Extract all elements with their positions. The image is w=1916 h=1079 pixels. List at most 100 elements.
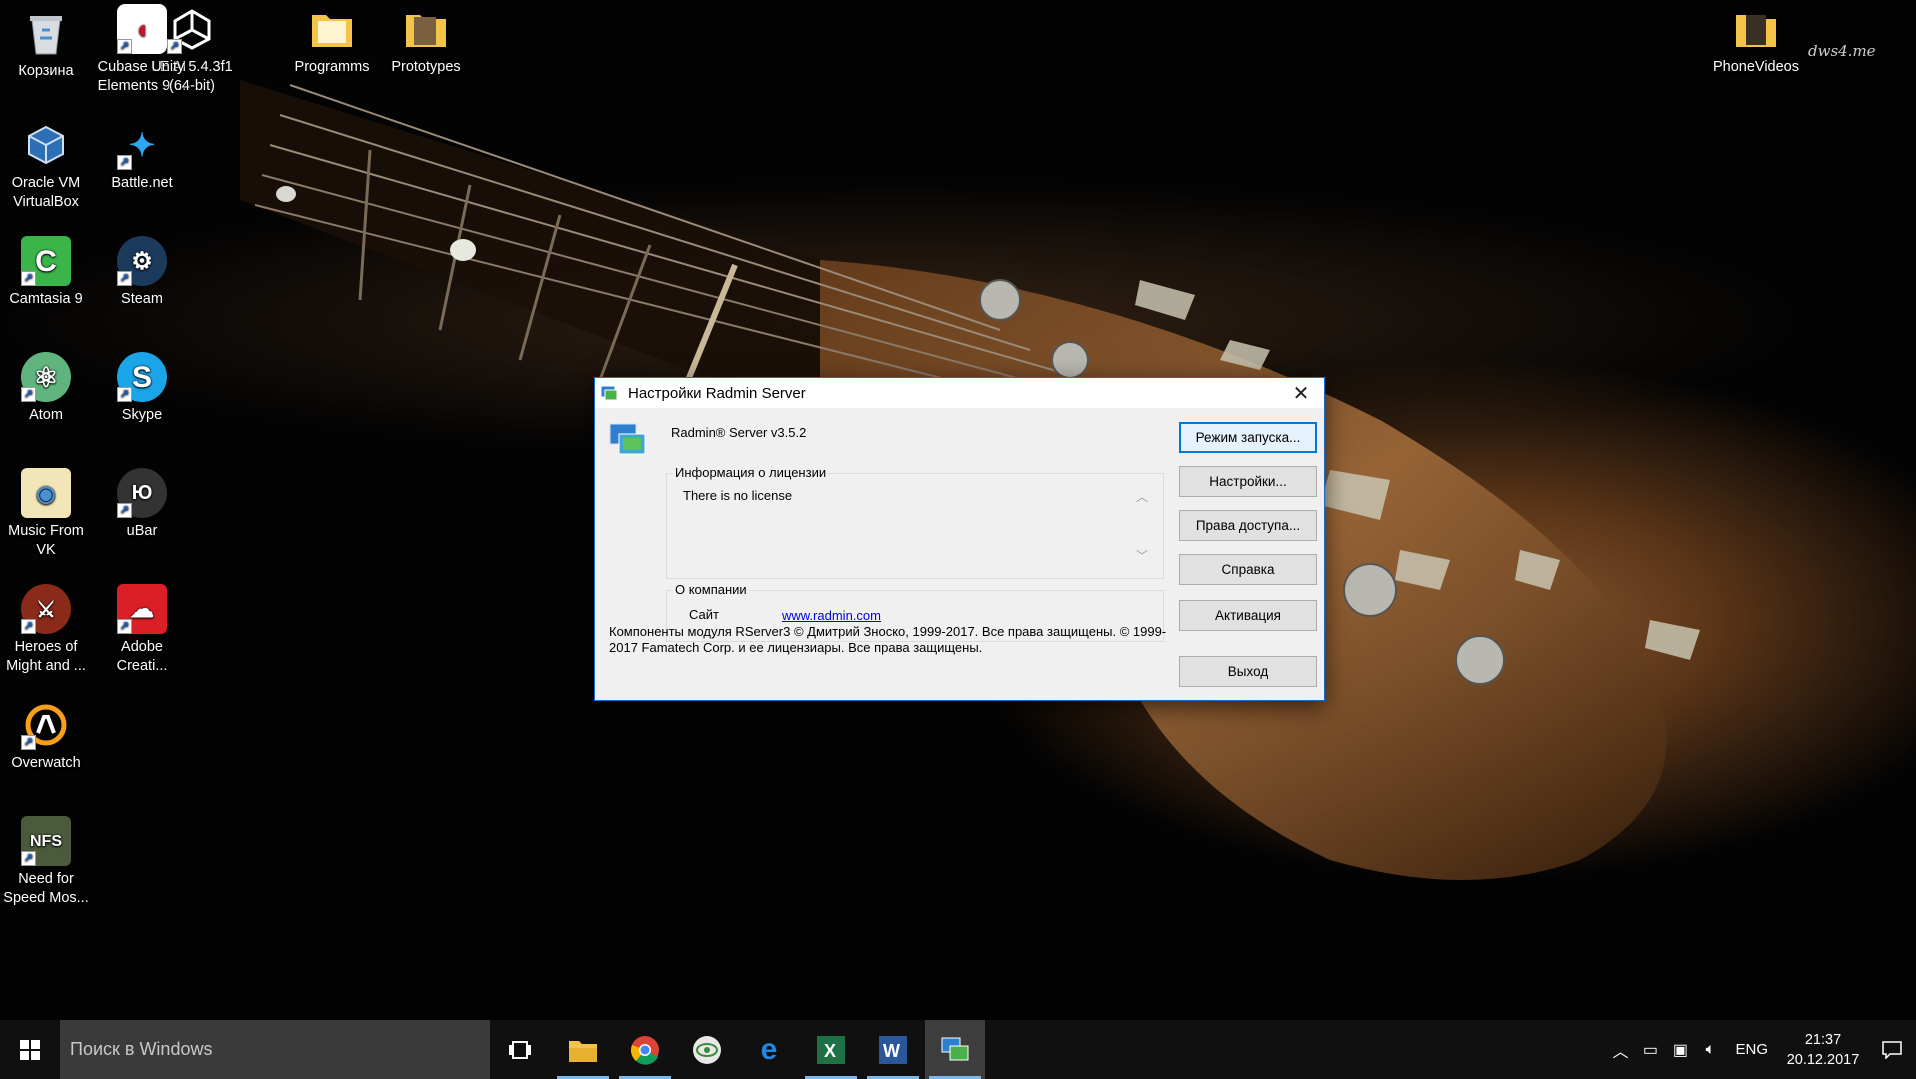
help-button[interactable]: Справка <box>1179 554 1317 585</box>
desktop-icon-label: Prototypes <box>391 59 461 75</box>
nfs-icon: NFS ↗ <box>21 816 71 866</box>
folder-icon <box>1731 4 1781 54</box>
desktop-icon-virtualbox[interactable]: Oracle VM VirtualBox <box>0 120 92 212</box>
dialog-title: Настройки Radmin Server <box>628 384 806 402</box>
taskbar-file-explorer[interactable] <box>553 1020 613 1079</box>
shortcut-arrow-icon: ↗ <box>21 619 36 634</box>
edge-icon: e <box>760 1032 778 1066</box>
battery-icon[interactable]: ▭ <box>1635 1040 1665 1060</box>
desktop-icon-label: Unity 5.4.3f1 (64-bit) <box>151 59 233 94</box>
ubar-icon: Ю ↗ <box>117 468 167 518</box>
radmin-taskbar-icon <box>941 1037 969 1060</box>
desktop-icon-label: Programms <box>294 59 370 75</box>
overwatch-icon: ↗ <box>21 700 71 750</box>
copyright-text: Компоненты модуля RServer3 © Дмитрий Зно… <box>609 624 1167 655</box>
settings-button[interactable]: Настройки... <box>1179 466 1317 497</box>
steam-icon: ⚙ ↗ <box>117 236 167 286</box>
desktop-icon-atom[interactable]: ⚛ ↗ Atom <box>0 352 92 425</box>
desktop-icon-prototypes[interactable]: Prototypes <box>380 4 472 77</box>
skype-icon: S ↗ <box>117 352 167 402</box>
startup-mode-button[interactable]: Режим запуска... <box>1179 422 1317 453</box>
dialog-titlebar[interactable]: Настройки Radmin Server ✕ <box>595 378 1324 408</box>
action-center-button[interactable] <box>1868 1020 1916 1079</box>
taskbar-radmin[interactable] <box>925 1020 985 1079</box>
shortcut-arrow-icon: ↗ <box>117 271 132 286</box>
task-view-icon <box>509 1040 531 1059</box>
desktop-icon-battlenet[interactable]: ✦ ↗ Battle.net <box>96 120 188 193</box>
desktop-icon-label: Overwatch <box>11 755 81 771</box>
word-icon: W <box>879 1035 907 1064</box>
desktop-icon-label: Need for Speed Mos... <box>3 871 89 906</box>
clock-date: 20.12.2017 <box>1786 1051 1860 1068</box>
desktop-icon-steam[interactable]: ⚙ ↗ Steam <box>96 236 188 309</box>
unity-icon: ↗ <box>167 4 217 54</box>
desktop-icon-ubar[interactable]: Ю ↗ uBar <box>96 468 188 541</box>
desktop-icon-label: Steam <box>121 291 163 307</box>
company-group-label: О компании <box>673 582 749 597</box>
heroes-icon: ⚔ ↗ <box>21 584 71 634</box>
network-icon[interactable]: ▣ <box>1665 1040 1695 1060</box>
desktop-icon-label: Heroes of Might and ... <box>6 639 86 674</box>
svg-text:X: X <box>824 1041 836 1061</box>
desktop-icon-heroes[interactable]: ⚔ ↗ Heroes of Might and ... <box>0 584 92 676</box>
shortcut-arrow-icon: ↗ <box>167 39 182 54</box>
desktop-icon-label: Oracle VM VirtualBox <box>11 175 81 210</box>
taskbar: Поиск в Windows e X W ︿ ▭ ▣ 🔈︎ ENG 21:37… <box>0 1020 1916 1079</box>
adobe-creative-cloud-icon: ☁ ↗ <box>117 584 167 634</box>
input-language[interactable]: ENG <box>1735 1041 1768 1058</box>
shortcut-arrow-icon: ↗ <box>117 387 132 402</box>
show-hidden-icons-chevron-icon[interactable]: ︿ <box>1605 1038 1635 1062</box>
exit-button[interactable]: Выход <box>1179 656 1317 687</box>
taskbar-edge[interactable]: e <box>739 1020 799 1079</box>
excel-icon: X <box>817 1035 845 1064</box>
desktop-icon-nfs[interactable]: NFS ↗ Need for Speed Mos... <box>0 816 92 908</box>
shortcut-arrow-icon: ↗ <box>21 851 36 866</box>
desktop-icon-skype[interactable]: S ↗ Skype <box>96 352 188 425</box>
folder-icon <box>307 4 357 54</box>
shortcut-arrow-icon: ↗ <box>21 387 36 402</box>
clock[interactable]: 21:37 20.12.2017 <box>1778 1030 1868 1070</box>
license-scrollbar[interactable]: ︿ ﹀ <box>1131 486 1153 568</box>
desktop-icon-unity[interactable]: ↗ Unity 5.4.3f1 (64-bit) <box>146 4 238 96</box>
license-group: Информация о лицензии There is no licens… <box>666 465 1164 579</box>
virtualbox-icon <box>21 120 71 170</box>
taskbar-word[interactable]: W <box>863 1020 923 1079</box>
desktop-icon-camtasia[interactable]: C ↗ Camtasia 9 <box>0 236 92 309</box>
desktop-icon-label: Atom <box>29 407 63 423</box>
desktop-icon-adobe-cc[interactable]: ☁ ↗ Adobe Creati... <box>96 584 188 676</box>
scroll-up-icon[interactable]: ︿ <box>1135 488 1149 505</box>
close-button[interactable]: ✕ <box>1278 378 1324 408</box>
license-group-label: Информация о лицензии <box>673 465 829 480</box>
scroll-down-icon[interactable]: ﹀ <box>1135 547 1149 564</box>
start-button[interactable] <box>0 1020 60 1079</box>
taskbar-chrome[interactable] <box>615 1020 675 1079</box>
desktop-icon-programms[interactable]: Programms <box>286 4 378 77</box>
radmin-app-icon <box>600 385 618 401</box>
taskbar-search-box[interactable]: Поиск в Windows <box>60 1020 490 1079</box>
taskbar-app-eye[interactable] <box>677 1020 737 1079</box>
windows-logo-icon <box>20 1039 40 1060</box>
license-textbox[interactable]: There is no license ︿ ﹀ <box>679 486 1153 568</box>
music-file-icon: ◉ <box>21 468 71 518</box>
battlenet-icon: ✦ ↗ <box>117 120 167 170</box>
taskbar-excel[interactable]: X <box>801 1020 861 1079</box>
desktop-icon-overwatch[interactable]: ↗ Overwatch <box>0 700 92 773</box>
task-view-button[interactable] <box>490 1020 550 1079</box>
svg-text:W: W <box>883 1041 900 1061</box>
camtasia-icon: C ↗ <box>21 236 71 286</box>
activation-button[interactable]: Активация <box>1179 600 1317 631</box>
dialog-body: Radmin® Server v3.5.2 Информация о лицен… <box>595 408 1324 700</box>
atom-icon: ⚛ ↗ <box>21 352 71 402</box>
shortcut-arrow-icon: ↗ <box>117 619 132 634</box>
access-rights-button[interactable]: Права доступа... <box>1179 510 1317 541</box>
product-version: Radmin® Server v3.5.2 <box>671 425 807 440</box>
license-text: There is no license <box>683 488 793 503</box>
desktop-icon-phonevideos[interactable]: PhoneVideos <box>1710 4 1802 77</box>
desktop-icon-recycle-bin[interactable]: Корзина <box>0 8 92 81</box>
radmin-settings-dialog: Настройки Radmin Server ✕ Radmin® Server… <box>594 377 1325 701</box>
volume-icon[interactable]: 🔈︎ <box>1695 1041 1725 1059</box>
desktop-icon-music-from-vk[interactable]: ◉ Music From VK <box>0 468 92 560</box>
eye-app-icon <box>693 1035 721 1064</box>
site-link[interactable]: www.radmin.com <box>782 608 881 623</box>
desktop-icon-label: Camtasia 9 <box>9 291 83 307</box>
